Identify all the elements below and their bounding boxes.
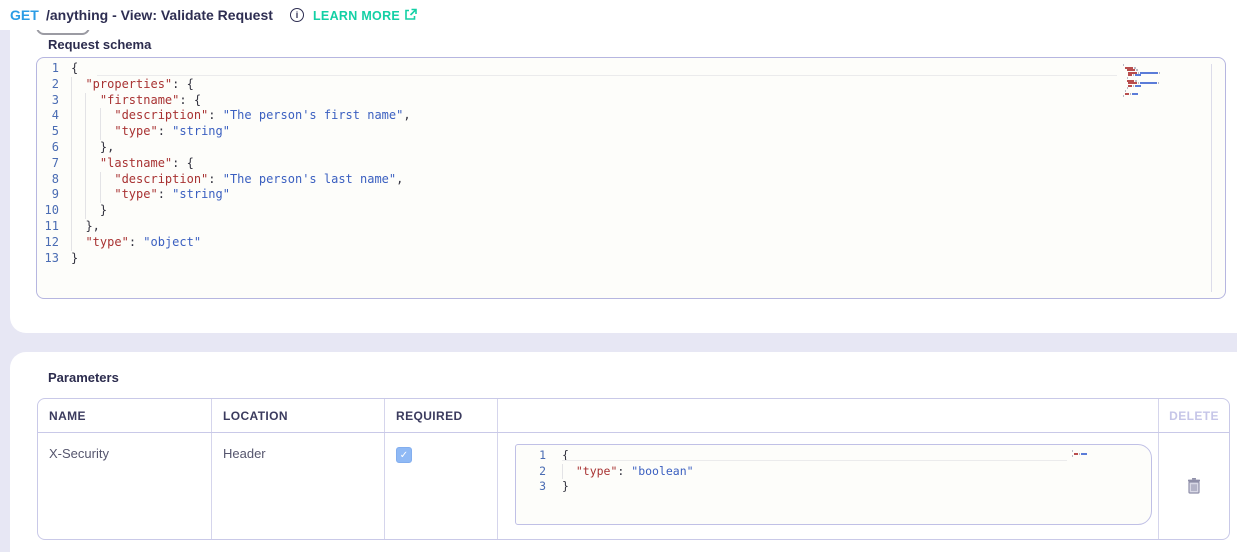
editor-decoration-line [562, 460, 1067, 461]
info-icon[interactable]: i [290, 8, 304, 22]
param-delete-cell [1159, 433, 1229, 539]
editor-decoration-line [97, 75, 1117, 76]
code-line: 7 "lastname": { [37, 156, 1225, 172]
parameters-label: Parameters [48, 370, 119, 385]
indent-guide [85, 93, 86, 219]
line-number: 2 [37, 77, 59, 93]
line-number: 6 [37, 140, 59, 156]
parameters-table: NAME LOCATION REQUIRED DELETE X-Security… [37, 398, 1230, 540]
param-required-cell: ✓ [385, 433, 498, 539]
line-number: 7 [37, 156, 59, 172]
line-number: 13 [37, 251, 59, 267]
line-number: 4 [37, 108, 59, 124]
editor-scrollbar[interactable] [1211, 64, 1212, 292]
request-schema-editor[interactable]: 1{2 "properties": {3 "firstname": {4 "de… [36, 57, 1226, 299]
code-line: 2 "type": "boolean" [516, 464, 1151, 480]
line-number: 1 [37, 61, 59, 77]
line-number: 1 [516, 448, 546, 464]
param-schema-editor[interactable]: 1{2 "type": "boolean"3} [515, 444, 1152, 525]
code-line: 5 "type": "string" [37, 124, 1225, 140]
column-header-name: NAME [38, 399, 212, 432]
line-number: 2 [516, 464, 546, 480]
code-line: 11 }, [37, 219, 1225, 235]
table-row: X-Security Header ✓ 1{2 "type": "boolean… [38, 433, 1229, 539]
endpoint-title: /anything - View: Validate Request [46, 7, 273, 23]
code-line: 9 "type": "string" [37, 187, 1225, 203]
line-number: 11 [37, 219, 59, 235]
line-number: 12 [37, 235, 59, 251]
code-line: 6 }, [37, 140, 1225, 156]
code-line: 8 "description": "The person's last name… [37, 172, 1225, 188]
line-number: 8 [37, 172, 59, 188]
editor-minimap [1072, 448, 1132, 456]
code-line: 13} [37, 251, 1225, 267]
learn-more-link[interactable]: LEARN MORE [313, 9, 400, 23]
param-location-cell: Header [212, 433, 385, 539]
param-schema-cell: 1{2 "type": "boolean"3} [498, 433, 1159, 539]
external-link-icon[interactable] [404, 8, 417, 26]
line-number: 5 [37, 124, 59, 140]
indent-guide [100, 172, 101, 204]
indent-guide [71, 77, 72, 251]
editor-minimap [1123, 62, 1165, 96]
delete-trash-icon[interactable] [1184, 475, 1204, 497]
code-line: 3 "firstname": { [37, 93, 1225, 109]
code-line: 4 "description": "The person's first nam… [37, 108, 1225, 124]
line-number: 9 [37, 187, 59, 203]
column-header-required: REQUIRED [385, 399, 498, 432]
endpoint-header: GET /anything - View: Validate Request i… [0, 0, 1237, 30]
request-schema-label: Request schema [48, 37, 151, 52]
code-line: 1{ [516, 448, 1151, 464]
line-number: 10 [37, 203, 59, 219]
param-name-cell: X-Security [38, 433, 212, 539]
parameters-card: Parameters NAME LOCATION REQUIRED DELETE… [10, 352, 1237, 552]
parameters-table-header: NAME LOCATION REQUIRED DELETE [38, 399, 1229, 433]
column-header-schema [498, 399, 1159, 432]
column-header-delete: DELETE [1159, 399, 1229, 432]
required-checkbox[interactable]: ✓ [396, 447, 412, 463]
request-schema-card: Request schema 1{2 "properties": {3 "fir… [10, 30, 1237, 333]
indent-guide [562, 464, 563, 480]
code-line: 2 "properties": { [37, 77, 1225, 93]
line-number: 3 [516, 479, 546, 495]
code-line: 12 "type": "object" [37, 235, 1225, 251]
column-header-location: LOCATION [212, 399, 385, 432]
code-line: 10 } [37, 203, 1225, 219]
code-line: 3} [516, 479, 1151, 495]
http-method-badge: GET [10, 7, 39, 23]
line-number: 3 [37, 93, 59, 109]
indent-guide [100, 108, 101, 140]
